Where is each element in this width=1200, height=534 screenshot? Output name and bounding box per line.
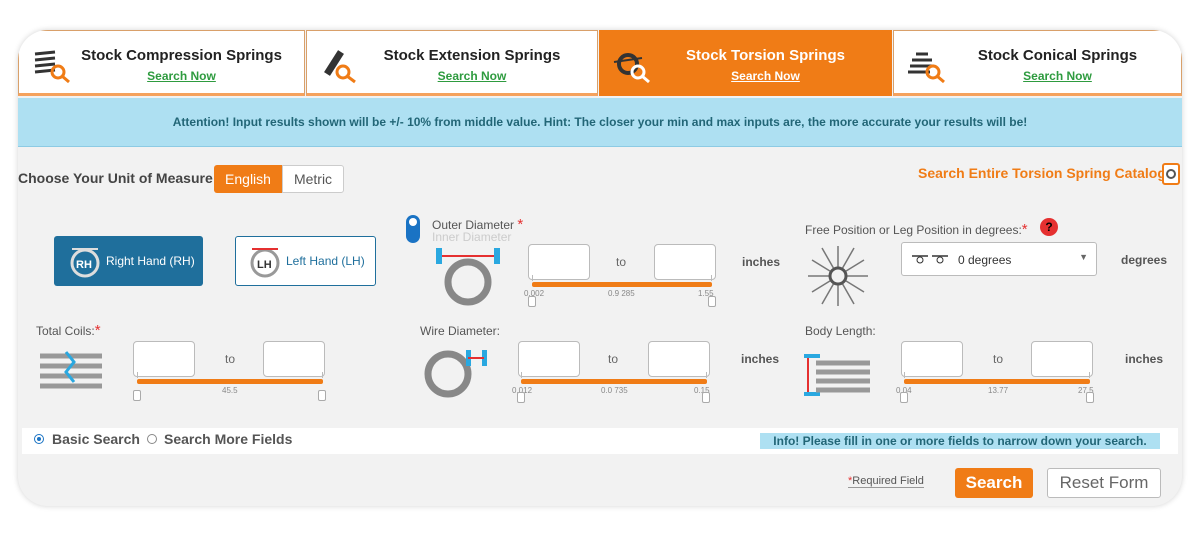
diameter-max-handle[interactable] — [708, 296, 716, 307]
tab-extension-springs[interactable]: Stock Extension Springs Search Now — [306, 30, 598, 96]
body-length-label: Body Length: — [805, 324, 876, 338]
wire-range-ticks — [521, 372, 707, 378]
more-fields-label[interactable]: Search More Fields — [164, 431, 292, 447]
reset-form-button[interactable]: Reset Form — [1047, 468, 1161, 498]
help-question-icon[interactable]: ? — [1040, 218, 1058, 236]
diameter-to-label: to — [616, 255, 627, 269]
wire-range-mid: 0.0 735 — [601, 386, 628, 395]
tab-conical-springs[interactable]: Stock Conical Springs Search Now — [893, 30, 1182, 96]
search-now-link[interactable]: Search Now — [307, 69, 597, 83]
body-range-slider[interactable] — [904, 379, 1090, 384]
diameter-toggle-switch[interactable] — [406, 215, 420, 243]
leg-unit-label: degrees — [1121, 253, 1168, 267]
left-hand-spring-icon: LH — [250, 248, 280, 278]
info-message: Info! Please fill in one or more fields … — [760, 433, 1160, 449]
tab-title: Stock Conical Springs — [977, 47, 1138, 64]
wire-min-handle[interactable] — [517, 392, 525, 403]
diameter-min-handle[interactable] — [528, 296, 536, 307]
tab-torsion-springs[interactable]: Stock Torsion Springs Search Now — [599, 30, 892, 96]
metric-toggle[interactable]: Metric — [282, 165, 344, 193]
wire-diameter-spring-icon — [424, 350, 487, 398]
wire-to-label: to — [608, 352, 619, 366]
total-coils-label: Total Coils:* — [36, 322, 101, 339]
left-hand-label: Left Hand (LH) — [286, 254, 365, 268]
coils-to-label: to — [225, 352, 236, 366]
coils-max-handle[interactable] — [318, 390, 326, 401]
tab-title: Stock Torsion Springs — [686, 47, 845, 64]
svg-text:RH: RH — [76, 259, 92, 271]
basic-search-radio[interactable] — [34, 434, 44, 444]
svg-text:LH: LH — [257, 259, 272, 271]
tab-bar: Stock Compression Springs Search Now Sto… — [18, 30, 1182, 98]
diameter-range-slider[interactable] — [532, 282, 712, 287]
leg-position-value: 0 degrees — [958, 253, 1012, 267]
wire-diameter-label: Wire Diameter: — [420, 324, 501, 338]
right-hand-label: Right Hand (RH) — [106, 254, 195, 268]
body-min-handle[interactable] — [900, 392, 908, 403]
search-now-link[interactable]: Search Now — [19, 69, 304, 83]
body-length-spring-icon — [804, 354, 870, 396]
search-now-link[interactable]: Search Now — [600, 69, 891, 83]
leg-position-label: Free Position or Leg Position in degrees… — [805, 221, 1028, 238]
more-fields-radio[interactable] — [147, 434, 157, 444]
inner-diameter-label[interactable]: Inner Diameter — [432, 230, 511, 244]
body-unit-label: inches — [1125, 352, 1164, 366]
right-hand-button[interactable]: RH Right Hand (RH) — [54, 236, 203, 286]
torsion-catalog-link[interactable]: Search Entire Torsion Spring Catalog — [918, 165, 1166, 181]
total-coils-spring-icon — [40, 351, 102, 389]
diameter-range-mid: 0.9 285 — [608, 289, 635, 298]
tab-compression-springs[interactable]: Stock Compression Springs Search Now — [18, 30, 305, 96]
body-to-label: to — [993, 352, 1004, 366]
attention-banner: Attention! Input results shown will be +… — [18, 98, 1182, 147]
chevron-down-icon: ▼ — [1079, 252, 1088, 262]
search-card: Stock Compression Springs Search Now Sto… — [18, 30, 1182, 506]
coils-range-ticks — [137, 372, 323, 378]
left-hand-button[interactable]: LH Left Hand (LH) — [235, 236, 376, 286]
leg-position-option-icon — [912, 255, 948, 264]
wire-max-handle[interactable] — [702, 392, 710, 403]
body-range-ticks — [904, 372, 1090, 378]
diameter-range-ticks — [532, 275, 712, 281]
body-max-handle[interactable] — [1086, 392, 1094, 403]
body-range-mid: 13.77 — [988, 386, 1009, 395]
search-now-link[interactable]: Search Now — [894, 69, 1181, 83]
right-hand-spring-icon: RH — [70, 248, 100, 278]
search-button[interactable]: Search — [955, 468, 1033, 498]
required-field-note: *Required Field — [848, 475, 924, 488]
coils-min-handle[interactable] — [133, 390, 141, 401]
coils-range-mid: 45.5 — [222, 386, 238, 395]
coils-range-slider[interactable] — [137, 379, 323, 384]
search-mode-bar: Basic Search Search More Fields Info! Pl… — [22, 428, 1178, 454]
leg-position-dropdown[interactable]: 0 degrees ▼ — [901, 242, 1097, 276]
english-toggle[interactable]: English — [214, 165, 282, 193]
wire-unit-label: inches — [741, 352, 780, 366]
tab-title: Stock Compression Springs — [81, 47, 282, 64]
catalog-book-icon[interactable] — [1162, 163, 1180, 185]
unit-of-measure-label: Choose Your Unit of Measure: — [18, 170, 218, 186]
basic-search-label[interactable]: Basic Search — [52, 431, 140, 447]
wire-range-slider[interactable] — [521, 379, 707, 384]
outer-diameter-spring-icon — [436, 248, 500, 306]
tab-title: Stock Extension Springs — [383, 47, 561, 64]
leg-angle-icon — [808, 246, 868, 306]
diameter-unit-label: inches — [742, 255, 781, 269]
